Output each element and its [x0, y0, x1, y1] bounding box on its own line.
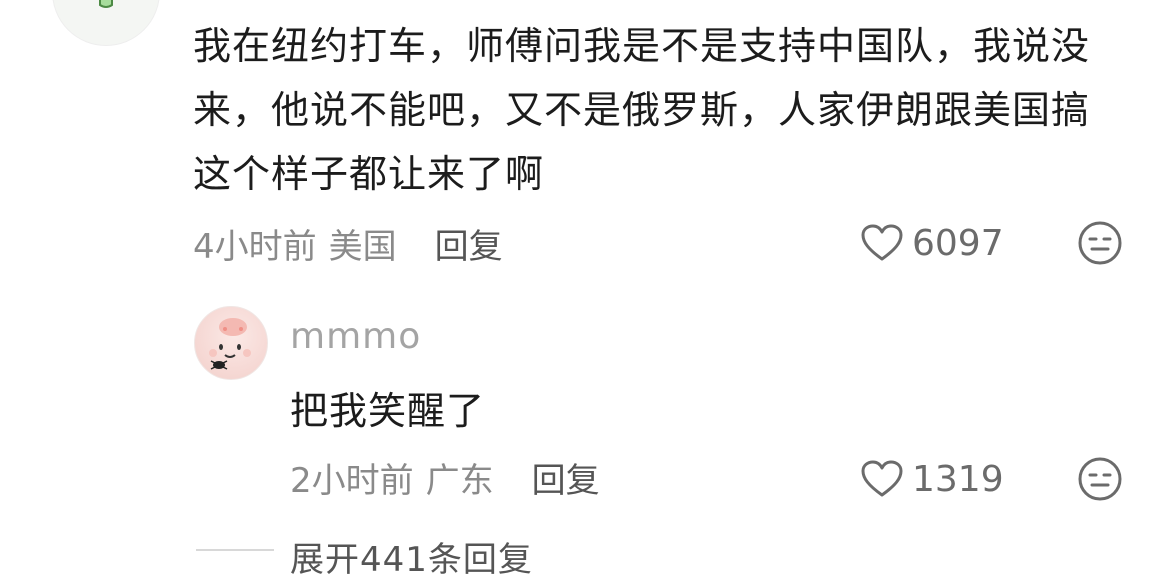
expand-divider	[196, 549, 274, 551]
reply-like-button[interactable]: 1319	[860, 454, 1004, 504]
commenter-avatar[interactable]	[52, 0, 160, 46]
broccoli-avatar-icon	[99, 0, 113, 8]
reply-location: 广东	[425, 460, 494, 501]
reply-meta: 2小时前 广东 回复	[290, 452, 600, 502]
reply-username[interactable]: mmmo	[290, 316, 421, 357]
reply-time: 2小时前	[290, 460, 414, 501]
expand-replies-button[interactable]: 展开441条回复	[290, 532, 533, 581]
reply-body: 把我笑醒了	[290, 389, 486, 433]
comment-body: 我在纽约打车，师傅问我是不是支持中国队，我说没来，他说不能吧，又不是俄罗斯，人家…	[193, 24, 1091, 196]
comment-reply-button[interactable]: 回复	[435, 219, 503, 268]
heart-icon	[861, 460, 903, 497]
pink-bun-avatar-icon	[209, 318, 251, 370]
comment-time: 4小时前	[193, 226, 317, 267]
reply-reply-button[interactable]: 回复	[532, 453, 600, 502]
comment-like-count: 6097	[912, 222, 1004, 264]
reply-like-count: 1319	[912, 458, 1004, 500]
dislike-face-icon[interactable]	[1077, 456, 1123, 502]
dislike-face-icon[interactable]	[1077, 220, 1123, 266]
reply-user-avatar[interactable]	[194, 306, 268, 380]
comment-location: 美国	[328, 226, 397, 267]
comment-like-button[interactable]: 6097	[860, 218, 1004, 268]
comment-meta: 4小时前 美国 回复	[193, 218, 503, 268]
heart-icon	[861, 224, 903, 261]
